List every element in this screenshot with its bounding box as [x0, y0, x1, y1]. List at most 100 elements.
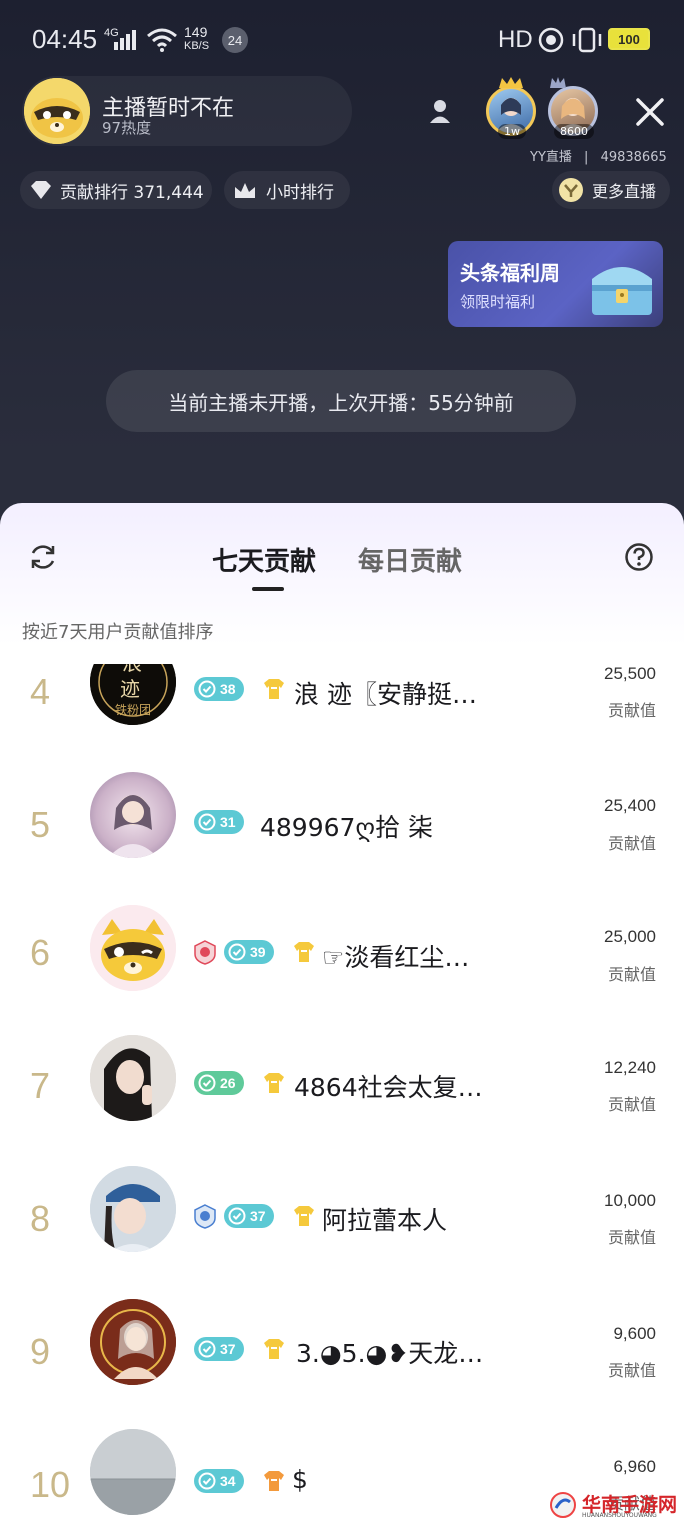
user-avatar[interactable] [90, 772, 176, 858]
level-badge: 37 [224, 1204, 274, 1228]
refresh-icon[interactable] [28, 542, 58, 572]
landscape-photo-icon [90, 1429, 176, 1515]
list-item[interactable]: 6 39 ☞淡看红尘… 25,000 贡献值 [0, 887, 684, 1020]
level-badge: 26 [194, 1071, 244, 1095]
tab-daily[interactable]: 每日贡献 [358, 541, 462, 578]
user-name: 阿拉蕾本人 [322, 1206, 448, 1235]
hour-rank-chip[interactable]: 小时排行 [224, 171, 350, 209]
user-avatar[interactable] [90, 1166, 176, 1252]
contribution-score: 6,960 [613, 1457, 656, 1476]
user-portrait-icon [108, 795, 158, 858]
vibrate-icon [572, 27, 602, 53]
crown-icon [235, 183, 255, 198]
tab-seven-day[interactable]: 七天贡献 [212, 541, 316, 578]
user-avatar[interactable] [90, 1429, 176, 1515]
user-avatar[interactable] [90, 1035, 176, 1121]
vip-shirt-icon [264, 1073, 284, 1093]
ranking-list[interactable]: 4 浪 迹 铁粉团 38 浪 迹〖安静挺… 25,500 贡献值 5 [0, 664, 684, 1520]
active-tab-indicator [252, 587, 284, 591]
guard-medal-icon [194, 940, 216, 965]
rank-number: 7 [30, 1065, 51, 1106]
platform-name: YY直播 [530, 150, 572, 165]
contribution-rank-chip[interactable]: 贡献排行 371,444 [20, 171, 212, 209]
level-badge: 39 [224, 940, 274, 964]
user-name: 489967ღ拾 柒 [260, 813, 434, 842]
diamond-icon [31, 181, 51, 199]
hd-indicator: HD [498, 26, 533, 53]
raccoon-mascot-icon [24, 78, 90, 144]
score-label: 贡献值 [607, 834, 656, 853]
signal-icon [114, 30, 136, 50]
more-live-label: 更多直播 [592, 182, 657, 201]
contribution-score: 9,600 [613, 1324, 656, 1343]
watermark-url: HUANANSHOUYOUWANG [582, 1512, 657, 1519]
net-speed-unit: KB/S [184, 40, 210, 52]
level-badge: 38 [194, 677, 244, 701]
close-icon[interactable] [632, 94, 668, 130]
offline-notice: 当前主播未开播，上次开播：55分钟前 [106, 370, 576, 432]
status-time: 04:45 [32, 24, 98, 54]
contribution-score: 25,500 [604, 664, 656, 683]
user-avatar[interactable] [90, 905, 176, 991]
contribution-score: 25,000 [604, 927, 656, 946]
score-label: 贡献值 [607, 1095, 656, 1114]
battery-icon: 100 [608, 28, 650, 50]
rank-number: 4 [30, 671, 51, 712]
user-name: ☞淡看红尘… [322, 943, 470, 972]
contribution-rank-label: 贡献排行 371,444 [60, 182, 204, 203]
check-shield-icon [198, 813, 216, 831]
user-name: 4864社会太复… [294, 1073, 483, 1102]
promo-title: 头条福利周 [460, 261, 560, 285]
user-name: 浪 迹〖安静挺… [294, 680, 477, 709]
avatar-text: 迹 [120, 677, 140, 701]
room-separator: | [584, 150, 589, 165]
net-speed-value: 149 [184, 24, 208, 40]
rank-number: 8 [30, 1198, 51, 1239]
user-avatar[interactable] [90, 1299, 176, 1385]
score-label: 贡献值 [607, 1361, 656, 1380]
user-portrait-icon [90, 1166, 176, 1252]
check-shield-icon [228, 1207, 246, 1225]
notification-count-badge: 24 [222, 27, 248, 53]
list-item[interactable]: 7 26 4864社会太复… 12,240 贡献值 [0, 1020, 684, 1153]
ranking-subtitle: 按近7天用户贡献值排序 [22, 622, 214, 643]
check-shield-icon [198, 1340, 216, 1358]
promo-subtitle: 领限时福利 [460, 293, 536, 311]
vip-shirt-icon [264, 1471, 284, 1491]
contribution-score: 25,400 [604, 796, 656, 815]
score-label: 贡献值 [607, 965, 656, 984]
user-avatar[interactable]: 浪 迹 铁粉团 [90, 664, 176, 725]
list-item[interactable]: 8 37 阿拉蕾本人 10,000 贡献值 [0, 1153, 684, 1286]
help-icon[interactable] [624, 542, 654, 572]
list-item[interactable]: 5 31 489967ღ拾 柒 25,400 贡献值 [0, 754, 684, 887]
welfare-week-banner[interactable]: 头条福利周 领限时福利 [448, 241, 663, 327]
watermark: 华南手游网 HUANANSHOUYOUWANG [548, 1488, 684, 1520]
room-info: YY直播 | 49838665 [530, 146, 667, 165]
score-label: 贡献值 [607, 701, 656, 720]
avatar-text: 铁粉团 [115, 703, 152, 717]
hour-rank-label: 小时排行 [266, 182, 334, 203]
level-badge: 31 [194, 810, 244, 834]
user-name: 3.◕5.◕❥天龙… [296, 1339, 484, 1368]
score-label: 贡献值 [607, 1228, 656, 1247]
user-portrait-icon [90, 1035, 176, 1121]
raccoon-mascot-icon [90, 905, 176, 991]
record-icon [538, 27, 564, 53]
contribution-score: 12,240 [604, 1058, 656, 1077]
rank-number: 9 [30, 1331, 51, 1372]
rank-number: 5 [30, 804, 51, 845]
list-item[interactable]: 9 37 3.◕5.◕❥天龙… 9,600 贡献值 [0, 1286, 684, 1419]
vip-shirt-icon [264, 1339, 284, 1359]
host-avatar[interactable] [24, 78, 90, 144]
check-shield-icon [198, 1074, 216, 1092]
list-item[interactable]: 4 浪 迹 铁粉团 38 浪 迹〖安静挺… 25,500 贡献值 [0, 664, 684, 754]
treasure-chest-icon [592, 267, 652, 315]
more-live-chip[interactable]: 更多直播 [552, 171, 670, 209]
check-shield-icon [228, 943, 246, 961]
vip-shirt-icon [294, 942, 314, 962]
follow-person-icon[interactable] [428, 98, 452, 124]
guard-medal-icon [194, 1204, 216, 1229]
viewer-tag: 1w [498, 124, 526, 139]
level-badge: 37 [194, 1337, 244, 1361]
check-shield-icon [198, 680, 216, 698]
